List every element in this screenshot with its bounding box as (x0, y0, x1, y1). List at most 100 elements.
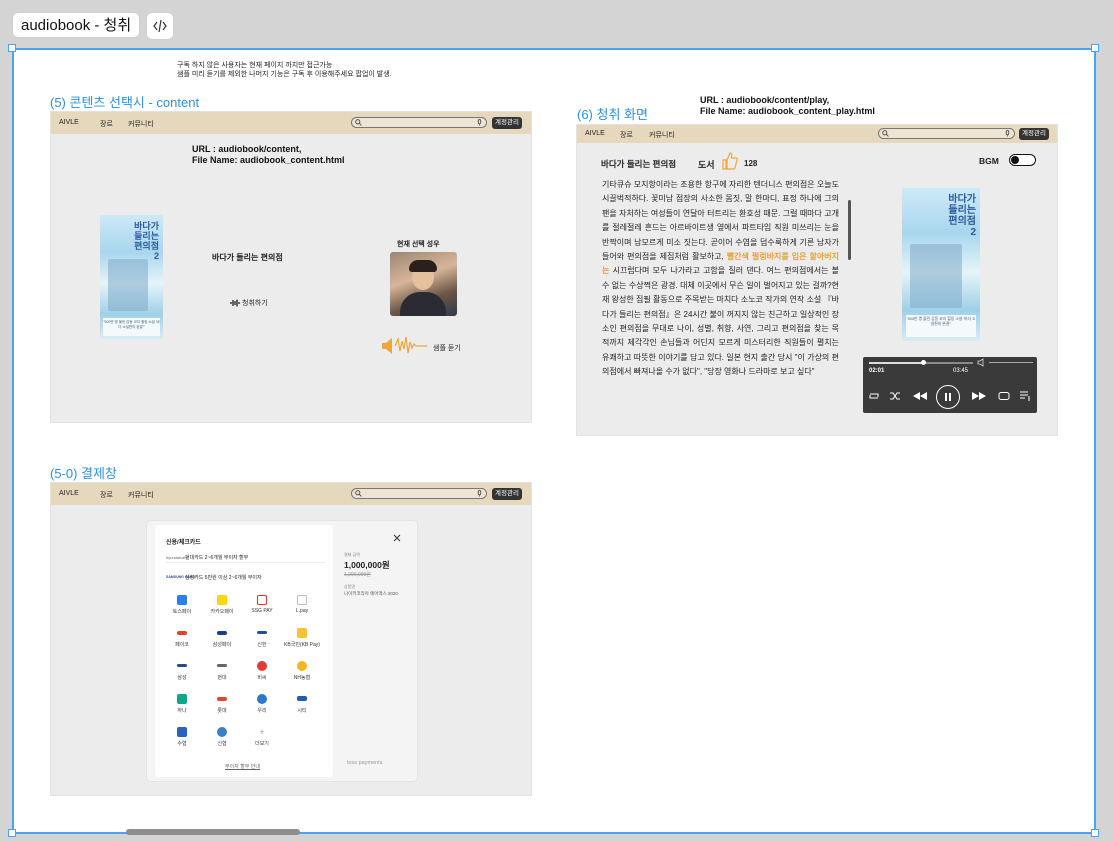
method-hana[interactable]: 하나 (164, 690, 200, 720)
account-button[interactable]: 계정관리 (1019, 128, 1049, 140)
audio-player: 02:01 03:45 (863, 357, 1037, 413)
nav-brand[interactable]: AIVLE (59, 490, 79, 497)
method-kbpay[interactable]: KB국민(KB Pay) (284, 624, 320, 654)
nav-bar: AIVLE 장르 커뮤니티 계정관리 (51, 112, 531, 134)
cover-caption: "500만 명 울린 감동 코지 힐링 소설 '바다 소설편의 완결'" (103, 318, 160, 336)
horizontal-scrollbar[interactable] (126, 829, 300, 835)
code-icon[interactable] (146, 12, 174, 40)
method-suhyup[interactable]: 수협 (164, 723, 200, 753)
rewind-icon[interactable] (912, 391, 928, 401)
search-icon (355, 119, 362, 126)
like-icon[interactable] (722, 152, 738, 175)
progress-thumb[interactable] (921, 360, 926, 365)
nav-genre[interactable]: 장르 (100, 119, 113, 129)
hyundai-option[interactable]: 현대카드 2~6개월 무이자 할부 (185, 554, 248, 561)
listen-label: 청취하기 (242, 300, 268, 307)
method-hyundai[interactable]: 현대 (204, 657, 240, 687)
method-woori[interactable]: 우리 (244, 690, 280, 720)
account-button[interactable]: 계정관리 (492, 488, 522, 500)
product-label: 상품명 (344, 584, 356, 589)
story-text: 기타큐슈 모지항이라는 조용한 항구에 자리한 텐더니스 편의점은 오늘도 시끌… (602, 180, 839, 377)
cover-title: 바다가 들리는 편의점 2 (948, 194, 976, 238)
nav-community[interactable]: 커뮤니티 (649, 130, 675, 140)
book-title: 바다가 들리는 편의점 (212, 253, 283, 262)
method-ssgpay[interactable]: SSG PAY (244, 591, 280, 621)
speed-icon[interactable] (998, 391, 1010, 401)
toss-payments-logo: toss payments (347, 760, 383, 766)
page-tab[interactable]: audiobook - 청취 (12, 12, 141, 38)
repeat-icon[interactable] (868, 391, 880, 401)
account-button[interactable]: 계정관리 (492, 117, 522, 129)
shuffle-icon[interactable] (889, 391, 901, 401)
volume-slider[interactable] (989, 362, 1033, 363)
resize-handle-bl[interactable] (8, 829, 16, 837)
resize-handle-tr[interactable] (1091, 44, 1099, 52)
payment-page-frame: AIVLE 장르 커뮤니티 계정관리 신용/체크카드 hyundaicard 현… (50, 482, 532, 796)
mic-icon (477, 119, 482, 126)
method-samsung[interactable]: 삼성 (164, 657, 200, 687)
bgm-toggle[interactable] (1009, 154, 1036, 166)
payment-methods-panel: 신용/체크카드 hyundaicard 현대카드 2~6개월 무이자 할부 SA… (155, 525, 333, 777)
content-filename: File Name: audiobook_content.html (192, 155, 345, 165)
method-citi[interactable]: 시티 (284, 690, 320, 720)
resize-handle-br[interactable] (1091, 829, 1099, 837)
search-icon (882, 130, 889, 137)
method-more[interactable]: + 더보기 (244, 723, 280, 753)
close-icon[interactable] (393, 534, 401, 542)
search-input[interactable] (878, 128, 1015, 139)
method-lpay[interactable]: L.pay (284, 591, 320, 621)
voice-actor-photo[interactable] (390, 252, 457, 316)
cover-title: 바다가 들리는 편의점 2 (134, 221, 159, 261)
installment-info-link[interactable]: 무이자 할부 안내 (225, 763, 260, 770)
playlist-icon[interactable] (1019, 390, 1031, 402)
nav-genre[interactable]: 장르 (620, 130, 633, 140)
search-icon (355, 490, 362, 497)
method-shinhan[interactable]: 신한 (244, 624, 280, 654)
nav-bar: AIVLE 장르 커뮤니티 계정관리 (51, 483, 531, 505)
nav-brand[interactable]: AIVLE (585, 130, 605, 137)
method-tosspay[interactable]: 토스페이 (164, 591, 200, 621)
listen-button[interactable]: 청취하기 (230, 298, 268, 308)
search-input[interactable] (351, 488, 487, 499)
play-filename: File Name: audiobook_content_play.html (700, 106, 875, 116)
cover-caption: "500만 명 울린 감동 코지 힐링 소설 '바다 소설편의 완결'" (906, 315, 976, 337)
play-url: URL : audiobook/content/play, (700, 95, 830, 105)
method-nh[interactable]: NH농협 (284, 657, 320, 687)
text-scrollbar[interactable] (848, 200, 851, 260)
method-samsungpay[interactable]: 삼성페이 (204, 624, 240, 654)
play-section-title: (6) 청취 화면 (577, 107, 648, 122)
method-bc[interactable]: 비씨 (244, 657, 280, 687)
method-shinhyup[interactable]: 신협 (204, 723, 240, 753)
fast-forward-icon[interactable] (971, 391, 987, 401)
method-payco[interactable]: 페이코 (164, 624, 200, 654)
method-lotte[interactable]: 롯데 (204, 690, 240, 720)
nav-community[interactable]: 커뮤니티 (128, 490, 154, 500)
volume-icon[interactable] (977, 358, 986, 367)
pause-icon (945, 393, 951, 401)
mic-icon (1005, 130, 1010, 137)
book-title: 바다가 들리는 편의점 (601, 159, 677, 169)
payment-section-title: (5-0) 결제창 (50, 466, 117, 481)
pause-button[interactable] (936, 385, 960, 409)
book-cover[interactable]: 바다가 들리는 편의점 2 "500만 명 울린 감동 코지 힐링 소설 '바다 소설… (100, 215, 163, 339)
resize-handle-tl[interactable] (8, 44, 16, 52)
card-section-title: 신용/체크카드 (166, 540, 201, 546)
progress-track[interactable] (869, 360, 973, 365)
mic-icon (477, 490, 482, 497)
samsungcard-option[interactable]: 삼성카드 5만원 이상 2~6개월 무이자 (185, 574, 262, 581)
time-total: 03:45 (953, 368, 969, 374)
sample-label[interactable]: 샘플 듣기 (433, 343, 461, 353)
content-page-frame: AIVLE 장르 커뮤니티 계정관리 URL : audiobook/conte… (50, 111, 532, 423)
sample-speaker-icon[interactable] (381, 335, 429, 362)
amount-original: 1,200,000원 (344, 572, 371, 578)
access-note-1: 구독 하지 않은 사용자는 현재 페이지 까지만 접근가능 (177, 62, 333, 69)
search-input[interactable] (351, 117, 487, 128)
nav-genre[interactable]: 장르 (100, 490, 113, 500)
nav-community[interactable]: 커뮤니티 (128, 119, 154, 129)
voice-label: 현재 선택 성우 (397, 241, 440, 248)
amount-value: 1,000,000원 (344, 560, 390, 570)
method-kakaopay[interactable]: 카카오페이 (204, 591, 240, 621)
payment-modal: 신용/체크카드 hyundaicard 현대카드 2~6개월 무이자 할부 SA… (147, 521, 417, 781)
nav-brand[interactable]: AIVLE (59, 119, 79, 126)
book-cover: 바다가 들리는 편의점 2 "500만 명 울린 감동 코지 힐링 소설 '바다 소설… (902, 188, 980, 341)
